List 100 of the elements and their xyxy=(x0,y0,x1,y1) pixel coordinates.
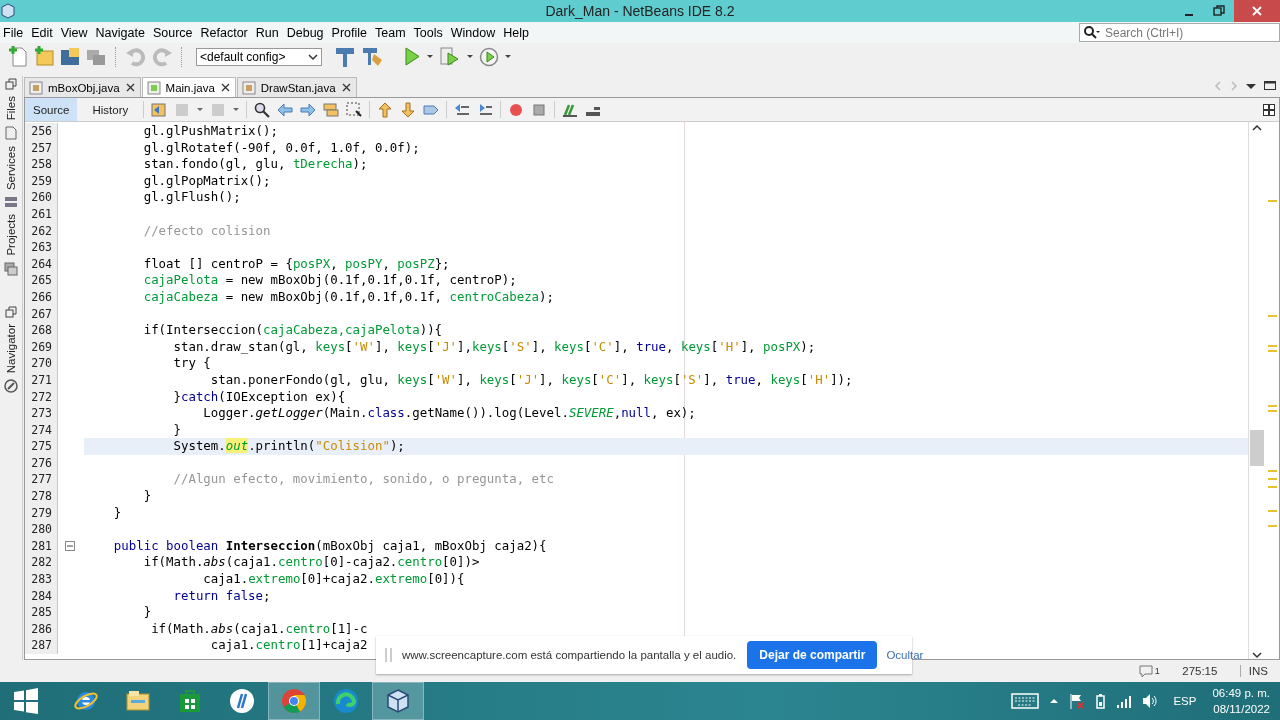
caret-icon[interactable] xyxy=(505,53,511,60)
close-icon[interactable] xyxy=(124,82,136,93)
cube-icon xyxy=(0,3,16,19)
caret-icon[interactable] xyxy=(233,106,240,113)
menu-item[interactable]: Edit xyxy=(31,25,53,40)
clock-time[interactable]: 06:49 p. m. xyxy=(1212,685,1270,701)
config-dropdown[interactable]: <default config> xyxy=(196,47,322,66)
menu-item[interactable]: View xyxy=(60,25,88,40)
caret-icon[interactable] xyxy=(467,53,473,60)
menu-item[interactable]: File xyxy=(3,25,24,40)
line-number: 260 xyxy=(25,189,58,206)
record-icon[interactable] xyxy=(508,101,525,118)
search-icon xyxy=(1083,25,1101,40)
stop-sharing-button[interactable]: Dejar de compartir xyxy=(747,641,878,669)
shift-right-icon[interactable] xyxy=(477,101,494,118)
code-line: caja1.centro[1]+caja2 xyxy=(209,637,368,654)
new-file-icon[interactable] xyxy=(8,46,28,67)
menu-item[interactable]: Window xyxy=(450,25,496,40)
search-field[interactable]: Search (Ctrl+I) xyxy=(1079,23,1280,42)
menu-item[interactable]: Tools xyxy=(413,25,443,40)
cube-icon xyxy=(385,688,411,714)
file-tab[interactable]: Main.java xyxy=(141,77,236,97)
code-line: cajaPelota = new mBoxObj(0.1f,0.1f,0.1f, centroP); xyxy=(142,272,517,289)
up-arrow-icon[interactable] xyxy=(377,101,394,118)
hammer-broom-icon[interactable] xyxy=(362,46,384,67)
code-line: } xyxy=(142,604,152,621)
split-icon[interactable] xyxy=(1263,103,1275,116)
file-tab[interactable]: DrawStan.java xyxy=(236,77,357,97)
stacked-windows-icon[interactable] xyxy=(4,261,18,276)
menu-item[interactable]: Team xyxy=(375,25,406,40)
close-icon[interactable] xyxy=(219,82,231,93)
code-line: public boolean Interseccion(mBoxObj caja1, mBoxObj caja2){ xyxy=(112,537,547,555)
speaker-icon[interactable] xyxy=(1142,693,1158,709)
taskbar-app[interactable] xyxy=(372,682,424,720)
code-line: } xyxy=(112,504,122,522)
keyboard-icon[interactable] xyxy=(1011,693,1040,709)
server-icon[interactable] xyxy=(4,196,18,209)
menu-item[interactable]: Source xyxy=(152,25,193,40)
search-icon[interactable] xyxy=(254,101,271,118)
side-tab[interactable]: Services xyxy=(5,146,17,191)
menu-item[interactable]: Profile xyxy=(331,25,367,40)
file-tab[interactable]: mBoxObj.java xyxy=(24,77,141,97)
code-line: //Algun efecto, movimiento, sonido, o pregunta, etc xyxy=(172,471,554,489)
insert-mode: INS xyxy=(1239,665,1280,677)
side-tab[interactable]: Projects xyxy=(5,214,17,256)
flag-icon[interactable] xyxy=(1069,693,1086,709)
stacked-boxes-icon[interactable] xyxy=(323,101,340,118)
line-number: 277 xyxy=(25,471,58,489)
code-line: Logger.getLogger(Main.class.getName()).log(Level.SEVERE,null, ex); xyxy=(202,405,696,422)
restore-icon[interactable] xyxy=(5,78,17,90)
language-indicator[interactable]: ESP xyxy=(1173,695,1197,707)
code-line: if(Math.abs(caja1.centro[0]-caja2.centro[0])> xyxy=(142,554,480,572)
restore-icon[interactable] xyxy=(5,305,17,318)
windows-logo-icon[interactable] xyxy=(13,688,39,714)
line-number: 275 xyxy=(25,438,58,455)
caret-icon[interactable] xyxy=(197,106,204,113)
clock-run-icon[interactable] xyxy=(479,46,499,67)
menu-item[interactable]: Help xyxy=(503,25,529,40)
shift-left-icon[interactable] xyxy=(454,101,471,118)
maximize-icon[interactable] xyxy=(1264,80,1276,91)
code-line: try { xyxy=(172,355,211,372)
chevron-down-icon xyxy=(308,52,318,61)
clock-date[interactable]: 08/11/2022 xyxy=(1213,701,1270,717)
dropdown-icon[interactable] xyxy=(1246,81,1256,90)
folder-icon[interactable] xyxy=(60,46,80,67)
code-line: stan.ponerFondo(gl, glu, keys['W'], keys['J'], keys['C'], keys['S'], true, keys['H']); xyxy=(209,371,853,389)
stop-icon[interactable] xyxy=(531,101,548,118)
menu-item[interactable]: Refactor xyxy=(200,25,248,40)
side-tab[interactable]: Files xyxy=(5,96,17,121)
debug-icon[interactable] xyxy=(439,46,461,67)
down-arrow-icon[interactable] xyxy=(400,101,417,118)
dashed-selection-icon[interactable] xyxy=(346,101,363,118)
left-arrow-icon[interactable] xyxy=(277,101,294,118)
notification-badge[interactable]: 1 xyxy=(1138,664,1160,678)
new-folder-icon[interactable] xyxy=(34,46,54,67)
caret-icon[interactable] xyxy=(427,53,433,60)
speech-bubble-icon xyxy=(1138,664,1153,678)
signal-icon[interactable] xyxy=(1116,693,1133,709)
hammer-icon[interactable] xyxy=(334,46,356,67)
right-arrow-icon[interactable] xyxy=(300,101,317,118)
side-tab[interactable]: Navigator xyxy=(5,323,17,374)
restore-icon[interactable] xyxy=(1213,5,1225,17)
view-tab[interactable]: Source xyxy=(25,98,78,121)
chrome-icon xyxy=(281,688,307,714)
fold-icon[interactable] xyxy=(65,541,75,552)
line-number: 278 xyxy=(25,488,58,505)
menu-item[interactable]: Run xyxy=(255,25,279,40)
run-icon[interactable] xyxy=(403,46,421,67)
hide-link[interactable]: Ocultar xyxy=(886,649,924,661)
document-icon[interactable] xyxy=(4,126,18,141)
caret-up-icon[interactable] xyxy=(1049,696,1060,706)
close-icon[interactable] xyxy=(340,82,352,93)
compass-icon[interactable] xyxy=(4,379,18,394)
menu-item[interactable]: Navigate xyxy=(95,25,145,40)
battery-icon[interactable] xyxy=(1095,693,1107,709)
menu-item[interactable]: Debug xyxy=(286,25,324,40)
code-line: gl.glPopMatrix(); xyxy=(142,172,271,190)
shopping-bag-icon xyxy=(177,688,203,714)
view-tab[interactable]: History xyxy=(84,98,137,121)
sharing-message: www.screencapture.com está compartiendo la pantalla y el audio. xyxy=(402,649,737,661)
